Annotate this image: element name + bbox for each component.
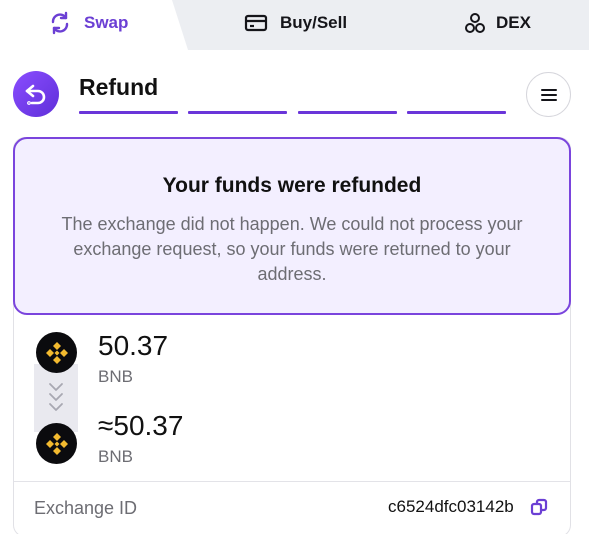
progress-step-1 bbox=[79, 111, 178, 114]
dex-icon bbox=[464, 12, 486, 34]
divider bbox=[14, 481, 570, 482]
from-amount: 50.37 bbox=[98, 330, 169, 361]
bnb-icon bbox=[36, 423, 77, 464]
page-title: Refund bbox=[79, 74, 159, 100]
menu-button[interactable] bbox=[526, 72, 571, 117]
exchange-id-value[interactable]: c6524dfc03142b bbox=[388, 497, 514, 517]
tab-buy-sell-label: Buy/Sell bbox=[280, 13, 348, 32]
back-button[interactable] bbox=[13, 71, 59, 117]
tab-dex-label: DEX bbox=[496, 13, 531, 32]
card-icon bbox=[244, 13, 268, 33]
swap-icon bbox=[48, 11, 72, 35]
back-arrow-icon bbox=[25, 84, 46, 105]
from-ticker: BNB bbox=[98, 367, 133, 386]
tab-dex[interactable]: DEX bbox=[464, 0, 531, 46]
copy-button[interactable] bbox=[529, 497, 549, 517]
chevrons-down-icon bbox=[49, 383, 63, 411]
copy-icon bbox=[530, 498, 548, 516]
tab-swap-label: Swap bbox=[84, 13, 129, 32]
refund-notice: Your funds were refunded The exchange di… bbox=[13, 137, 571, 315]
hamburger-icon bbox=[540, 88, 557, 101]
to-ticker: BNB bbox=[98, 447, 133, 466]
tab-swap[interactable]: Swap bbox=[48, 0, 128, 46]
bnb-icon bbox=[36, 332, 77, 373]
tab-buy-sell[interactable]: Buy/Sell bbox=[244, 0, 347, 46]
progress-step-3 bbox=[298, 111, 397, 114]
to-amount: ≈50.37 bbox=[98, 410, 184, 441]
notice-title: Your funds were refunded bbox=[162, 174, 422, 197]
exchange-connector bbox=[34, 364, 78, 432]
tab-bar: Swap Buy/Sell DEX bbox=[0, 0, 589, 50]
exchange-id-label: Exchange ID bbox=[34, 498, 138, 518]
progress-step-4 bbox=[407, 111, 506, 114]
notice-text: The exchange did not happen. We could no… bbox=[61, 214, 523, 284]
progress-step-2 bbox=[188, 111, 287, 114]
